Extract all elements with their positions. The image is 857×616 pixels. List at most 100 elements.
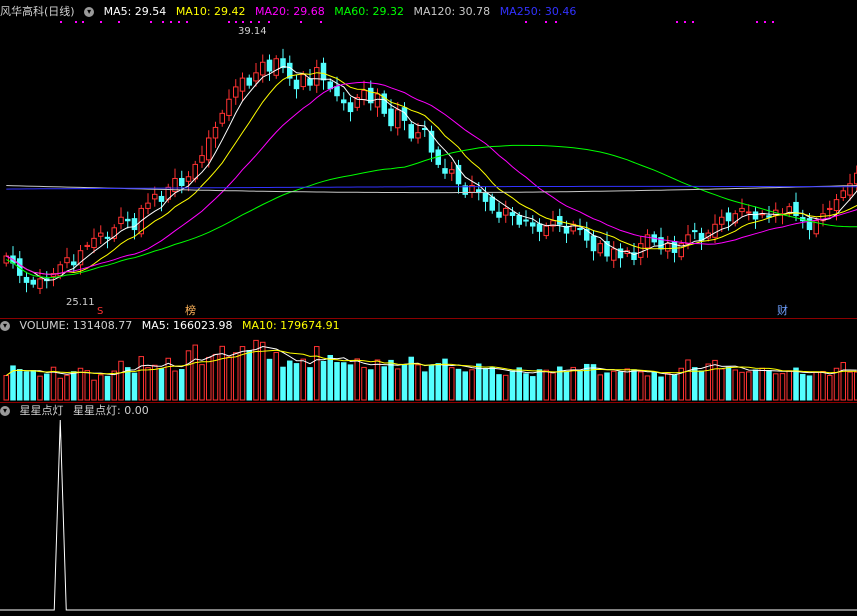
signal-bang-label: 榜 — [185, 303, 196, 317]
volume-bar — [199, 364, 205, 401]
volume-bar — [361, 366, 367, 401]
candle-body — [253, 72, 259, 82]
candle-body — [266, 59, 273, 72]
candle-body — [23, 276, 30, 283]
candle-body — [530, 222, 536, 227]
volume-bar — [307, 367, 313, 401]
ma20-label: MA20: 29.68 — [255, 5, 325, 18]
signal-dot — [545, 21, 547, 23]
volume-bar — [766, 370, 772, 401]
volume-legend: ▾ VOLUME: 131408.77 MA5: 166023.98 MA10:… — [0, 318, 346, 334]
volume-bar — [779, 373, 786, 401]
ma60-label: MA60: 29.32 — [334, 5, 404, 18]
candle-body — [293, 79, 300, 90]
volume-bar — [698, 370, 705, 401]
high-price-label: 39.14 — [238, 26, 267, 37]
candle-body — [840, 190, 846, 199]
volume-bar — [185, 350, 192, 401]
volume-bar — [516, 367, 522, 401]
candle-body — [611, 248, 617, 261]
signal-dot — [75, 21, 77, 23]
volume-bar — [611, 370, 617, 401]
volume-bar — [813, 371, 819, 401]
volume-bar — [320, 360, 327, 401]
volume-bar — [192, 344, 198, 401]
volume-bar — [138, 356, 144, 401]
candle-body — [482, 192, 489, 202]
candle-body — [725, 212, 732, 222]
candle-body — [692, 230, 698, 233]
volume-bar — [435, 363, 441, 401]
ma5-label: MA5: 29.54 — [103, 5, 167, 18]
volume-ma10-label: MA10: 179674.91 — [241, 319, 340, 332]
candle-body — [307, 78, 313, 86]
candle-body — [199, 155, 205, 163]
candle-body — [833, 199, 840, 212]
signal-dot — [676, 21, 678, 23]
volume-bar — [530, 376, 536, 401]
volume-bar — [374, 359, 381, 401]
signal-dot — [82, 21, 84, 23]
candle-body — [685, 234, 691, 245]
candle-body — [671, 241, 678, 253]
volume-bar — [577, 370, 583, 401]
volume-bar — [300, 358, 306, 401]
volume-bar — [651, 371, 657, 401]
volume-bar — [388, 359, 394, 401]
signal-dot — [228, 21, 230, 23]
volume-bar — [604, 372, 610, 401]
signal-dot — [525, 21, 527, 23]
volume-bar — [624, 368, 630, 401]
volume-bar — [314, 346, 320, 401]
volume-bar — [658, 376, 664, 401]
candle-body — [131, 218, 138, 231]
volume-bar — [705, 363, 711, 401]
volume-bar — [233, 352, 239, 401]
volume-bar — [584, 363, 590, 401]
signal-dot — [170, 21, 172, 23]
volume-bar — [455, 368, 462, 401]
candle-body — [739, 207, 745, 213]
signal-dot — [60, 21, 62, 23]
volume-bar — [57, 377, 63, 401]
candle-body — [152, 193, 158, 200]
volume-bar — [840, 362, 846, 401]
volume-bar — [104, 375, 111, 401]
volume-bar — [293, 363, 300, 401]
chevron-down-icon[interactable]: ▾ — [0, 406, 10, 416]
chevron-down-icon[interactable]: ▾ — [0, 321, 10, 331]
candle-body — [219, 112, 225, 124]
volume-bar — [226, 356, 232, 401]
volume-bar — [246, 350, 252, 401]
volume-bar — [638, 371, 644, 401]
signal-dot — [150, 21, 152, 23]
volume-bar — [692, 367, 698, 401]
signal-s-label: S — [97, 306, 103, 317]
chart-canvas: 39.14 25.11S 榜 财 — [0, 21, 857, 611]
volume-bar — [37, 375, 43, 401]
volume-bar — [381, 366, 387, 401]
candle-body — [91, 237, 97, 249]
volume-bar — [77, 367, 84, 401]
signal-dot — [684, 21, 686, 23]
candle-body — [827, 207, 833, 210]
candle-body — [361, 89, 367, 101]
volume-bar — [145, 367, 151, 401]
candle-body — [489, 196, 495, 211]
volume-bar — [806, 375, 813, 401]
signal-dot — [118, 21, 120, 23]
candle-body — [374, 93, 381, 108]
chevron-down-icon[interactable]: ▾ — [84, 7, 95, 17]
stock-title: 风华高科(日线) — [0, 5, 75, 18]
volume-bar — [125, 367, 131, 401]
stock-chart-window: 39.14 25.11 S 榜 财 风华高科(日线) ▾ MA5: 29.54 MA10… — [0, 0, 857, 616]
signal-dot — [555, 21, 557, 23]
signal-dot — [268, 21, 270, 23]
volume-bar — [489, 366, 495, 401]
volume-bar — [496, 374, 502, 401]
volume-bar — [617, 371, 624, 401]
candle-body — [449, 169, 455, 174]
volume-bar — [665, 372, 671, 401]
candle-body — [233, 86, 239, 98]
candle-body — [239, 77, 246, 92]
